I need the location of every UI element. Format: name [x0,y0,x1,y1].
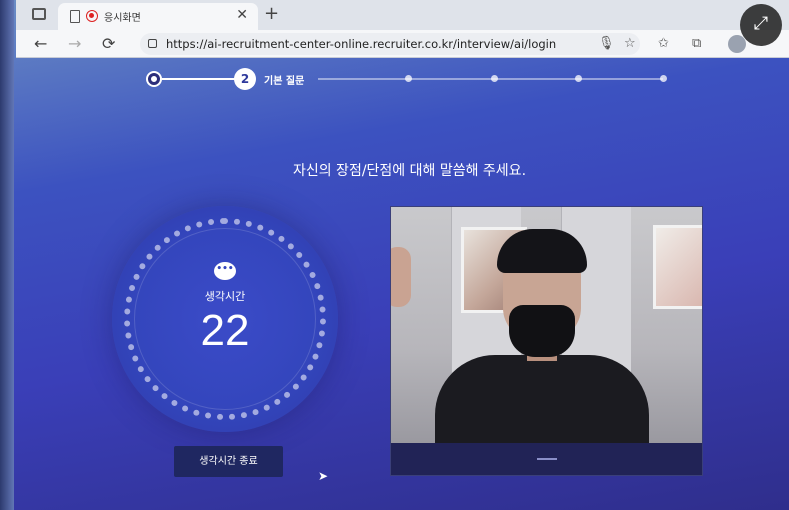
timer-value: 22 [200,306,250,355]
step-dot [405,75,412,82]
browser-address-bar: ← → ⟳ https://ai-recruitment-center-onli… [16,30,789,58]
interview-question: 자신의 장점/단점에 대해 말씀해 주세요. [292,163,527,179]
progress-stepper: 2 기본 질문 [148,67,668,91]
timer-label: 생각시간 [204,290,246,303]
reload-button[interactable]: ⟳ [102,34,115,53]
hand [391,247,411,307]
collections-icon[interactable]: ⧉ [692,36,701,51]
person-body [435,355,649,443]
url-field[interactable]: https://ai-recruitment-center-online.rec… [140,33,640,55]
webcam-feed [391,207,702,443]
mouse-cursor-icon: ➤ [318,469,329,483]
star-add-icon[interactable]: ☆ [624,36,636,51]
step-dot [491,75,498,82]
forward-button[interactable]: → [68,34,81,53]
tab-actions-icon[interactable] [32,8,46,20]
back-button[interactable]: ← [34,34,47,53]
expand-icon[interactable]: ⤢ [740,4,782,46]
recording-icon [86,10,98,22]
webcam-video-panel [390,206,703,476]
step-line-complete [162,78,236,80]
wall-picture [653,225,702,309]
lock-icon[interactable] [148,39,157,48]
browser-tab[interactable]: 응시화면 ✕ [58,3,258,30]
new-tab-button[interactable]: + [264,3,279,24]
browser-tab-bar: 응시화면 ✕ + [16,0,789,30]
step-current-number: 2 [234,68,256,90]
favorites-icon[interactable]: ✩ [658,36,669,51]
tab-title: 응시화면 [104,13,141,24]
step-current-label: 기본 질문 [264,76,305,87]
url-text[interactable]: https://ai-recruitment-center-online.rec… [166,37,556,51]
video-footer [391,443,702,475]
page-icon [70,10,80,23]
end-thinking-button[interactable]: 생각시간 종료 [174,446,283,477]
thinking-timer: ••• 생각시간 22 [112,206,338,432]
audio-level-icon [537,458,557,460]
step-dot [660,75,667,82]
tab-close-icon[interactable]: ✕ [236,7,248,23]
mic-icon[interactable]: 🎙 [598,36,615,51]
step-dot [575,75,582,82]
chat-bubble-icon: ••• [214,262,236,280]
step-complete-marker [148,73,160,85]
face-mask [509,305,575,357]
